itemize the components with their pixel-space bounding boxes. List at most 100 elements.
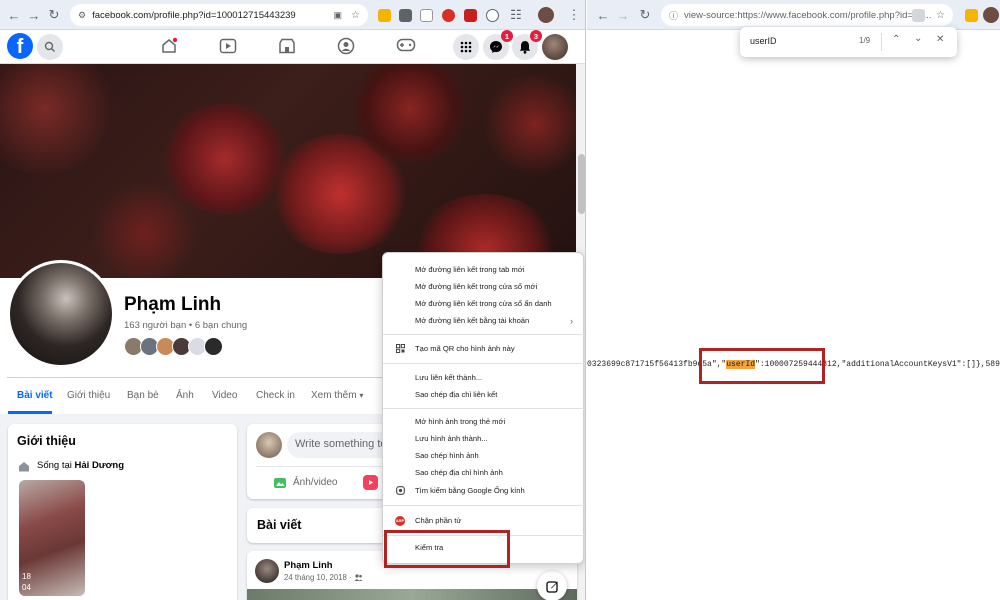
post-meta: 24 tháng 10, 2018 ·	[284, 573, 363, 582]
photo-icon	[274, 478, 286, 488]
ctx-save-image-as[interactable]: Lưu hình ảnh thành...	[383, 430, 585, 447]
find-next-icon[interactable]: ⌄	[914, 33, 922, 44]
featured-photo[interactable]: 18 04	[19, 480, 85, 596]
friends-count[interactable]: 163 người bạn • 6 bạn chung	[124, 320, 247, 331]
post-author-name[interactable]: Phạm Linh	[284, 560, 333, 571]
ctx-create-qr-label: Tạo mã QR cho hình ảnh này	[415, 344, 515, 353]
ctx-copy-link-address[interactable]: Sao chép địa chỉ liên kết	[383, 386, 585, 403]
messenger-icon[interactable]: 1	[483, 30, 513, 60]
tab-about[interactable]: Giới thiệu	[67, 390, 110, 401]
menu-grid-icon[interactable]	[453, 34, 479, 60]
ctx-copy-image-address[interactable]: Sao chép địa chỉ hình ảnh	[383, 464, 585, 481]
extension-icon[interactable]	[486, 9, 499, 22]
find-divider	[881, 33, 882, 51]
tab-videos[interactable]: Video	[212, 390, 237, 401]
profile-picture[interactable]	[7, 260, 115, 368]
photo-video-button[interactable]: Ảnh/video	[273, 476, 337, 489]
tab-more[interactable]: Xem thêm ▾	[311, 390, 363, 401]
menu-separator	[383, 408, 585, 409]
page-info-icon[interactable]: ⓘ	[669, 9, 678, 22]
notifications-badge: 3	[530, 30, 542, 42]
ctx-open-link-incognito[interactable]: Mở đường liên kết trong cửa sổ ẩn danh	[383, 295, 585, 312]
adblock-icon: ABP	[395, 515, 405, 526]
extension-icon[interactable]	[420, 9, 433, 22]
gaming-icon[interactable]	[396, 38, 416, 57]
account-avatar[interactable]	[542, 34, 568, 60]
ctx-create-qr[interactable]: Tạo mã QR cho hình ảnh này	[383, 340, 585, 357]
notifications-bell-icon[interactable]: 3	[512, 30, 542, 60]
ctx-block-element[interactable]: ABP Chặn phần tử	[383, 512, 585, 529]
tab-more-label: Xem thêm	[311, 390, 357, 401]
reel-icon[interactable]	[363, 475, 378, 490]
find-previous-icon[interactable]: ⌃	[892, 34, 900, 45]
reload-icon[interactable]: ↻	[46, 7, 62, 23]
back-icon[interactable]: ←	[6, 7, 22, 23]
extension-icon[interactable]	[378, 9, 391, 22]
photo-video-label: Ảnh/video	[293, 477, 338, 488]
bookmark-star-icon[interactable]: ☆	[936, 10, 945, 21]
address-text: facebook.com/profile.php?id=100012715443…	[92, 9, 296, 21]
extension-icon[interactable]	[965, 9, 978, 22]
ctx-search-google-lens[interactable]: Tìm kiếm bằng Google Ống kính	[383, 482, 585, 499]
ctx-block-element-label: Chặn phần tử	[415, 516, 462, 525]
extensions-puzzle-icon[interactable]: ☷	[508, 7, 524, 23]
find-input[interactable]: userID	[750, 36, 777, 46]
facebook-logo[interactable]: f	[7, 33, 33, 59]
post-image[interactable]	[247, 589, 577, 600]
tab-photos[interactable]: Ảnh	[176, 390, 194, 401]
google-lens-icon	[396, 486, 405, 495]
site-settings-icon[interactable]: ⚙	[78, 10, 86, 21]
chrome-menu-icon[interactable]: ⋮	[566, 7, 582, 23]
facebook-topbar: f 1 3	[0, 30, 585, 64]
post-author-avatar[interactable]	[255, 559, 279, 583]
address-bar[interactable]: ⓘ view-source:https://www.facebook.com/p…	[661, 4, 953, 26]
home-icon[interactable]	[160, 37, 178, 60]
adblock-icon[interactable]	[442, 9, 455, 22]
new-message-button[interactable]	[537, 571, 567, 600]
featured-photo-caption: 18	[22, 572, 31, 581]
address-bar[interactable]: ⚙ facebook.com/profile.php?id=1000127154…	[70, 4, 368, 26]
marketplace-icon[interactable]	[278, 38, 296, 59]
mutual-friends-avatars[interactable]	[124, 337, 234, 357]
lives-in-city[interactable]: Hải Dương	[75, 460, 125, 471]
search-icon[interactable]	[37, 34, 63, 60]
extension-icon[interactable]	[464, 9, 477, 22]
right-browser-window: ← → ↻ ⓘ view-source:https://www.facebook…	[587, 0, 1000, 600]
bookmark-star-icon[interactable]: ☆	[351, 10, 360, 21]
profile-name: Phạm Linh	[124, 294, 222, 315]
reload-icon[interactable]: ↻	[637, 7, 653, 23]
compose-icon	[545, 580, 558, 593]
friends-audience-icon	[354, 574, 363, 581]
watch-icon[interactable]	[219, 38, 237, 59]
reader-mode-icon[interactable]	[912, 8, 925, 22]
caret-down-icon: ▾	[359, 391, 364, 400]
ctx-open-link-new-tab[interactable]: Mở đường liên kết trong tab mới	[383, 261, 585, 278]
home-location-icon	[18, 459, 30, 477]
tab-friends[interactable]: Bạn bè	[127, 390, 159, 401]
composer-avatar[interactable]	[256, 432, 282, 458]
tab-checkins[interactable]: Check in	[256, 390, 295, 401]
friend-avatar[interactable]	[204, 337, 223, 356]
featured-photo-caption: 04	[22, 583, 31, 592]
profile-avatar-icon[interactable]	[538, 7, 554, 23]
groups-icon[interactable]	[337, 37, 355, 60]
find-close-icon[interactable]: ✕	[936, 34, 944, 45]
back-icon[interactable]: ←	[595, 7, 611, 23]
left-toolbar: ← → ↻ ⚙ facebook.com/profile.php?id=1000…	[0, 0, 585, 30]
ctx-open-image-new-tab[interactable]: Mở hình ảnh trong thẻ mới	[383, 413, 585, 430]
ctx-open-link-new-window[interactable]: Mở đường liên kết trong cửa sổ mới	[383, 278, 585, 295]
forward-icon[interactable]: →	[26, 7, 42, 23]
scrollbar-thumb[interactable]	[578, 154, 585, 214]
ctx-copy-image[interactable]: Sao chép hình ảnh	[383, 447, 585, 464]
tab-posts[interactable]: Bài viết	[17, 390, 53, 401]
ctx-search-google-lens-label: Tìm kiếm bằng Google Ống kính	[415, 486, 525, 495]
cover-photo[interactable]	[0, 64, 576, 278]
ctx-open-link-as-account[interactable]: Mở đường liên kết bằng tài khoản ›	[383, 312, 585, 329]
profile-avatar-icon[interactable]	[983, 7, 999, 23]
intro-title: Giới thiệu	[17, 434, 76, 448]
extension-icon[interactable]	[399, 9, 412, 22]
post-date[interactable]: 24 tháng 10, 2018 ·	[284, 573, 352, 582]
forward-icon[interactable]: →	[615, 7, 631, 23]
ctx-save-link-as[interactable]: Lưu liên kết thành...	[383, 369, 585, 386]
install-icon[interactable]: ▣	[333, 10, 342, 21]
